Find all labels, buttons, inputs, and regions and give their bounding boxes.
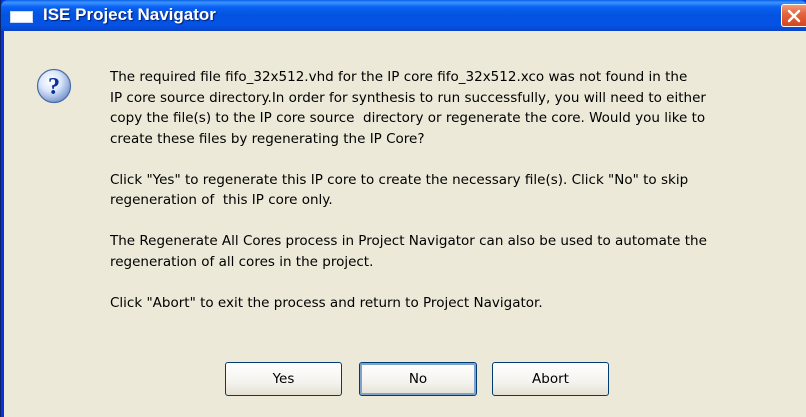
message-paragraph: The required file fifo_32x512.vhd for th… xyxy=(110,69,706,147)
window-title: ISE Project Navigator xyxy=(43,5,216,24)
svg-text:?: ? xyxy=(48,74,60,100)
abort-button[interactable]: Abort xyxy=(492,362,609,396)
title-bar[interactable]: ISE Project Navigator xyxy=(1,0,806,31)
close-icon xyxy=(787,9,801,23)
dialog-body: ? The required file fifo_32x512.vhd for … xyxy=(4,31,806,417)
dialog-message: The required file fifo_32x512.vhd for th… xyxy=(110,67,800,334)
dialog-window: ISE Project Navigator ? The required fil… xyxy=(0,0,806,417)
close-button[interactable] xyxy=(781,4,806,27)
message-paragraph: Click "Yes" to regenerate this IP core t… xyxy=(110,171,689,209)
question-icon: ? xyxy=(36,68,72,104)
no-button[interactable]: No xyxy=(359,362,477,396)
message-paragraph: The Regenerate All Cores process in Proj… xyxy=(110,233,707,270)
window-icon xyxy=(10,11,33,23)
yes-button[interactable]: Yes xyxy=(225,362,342,396)
message-paragraph: Click "Abort" to exit the process and re… xyxy=(110,294,543,311)
